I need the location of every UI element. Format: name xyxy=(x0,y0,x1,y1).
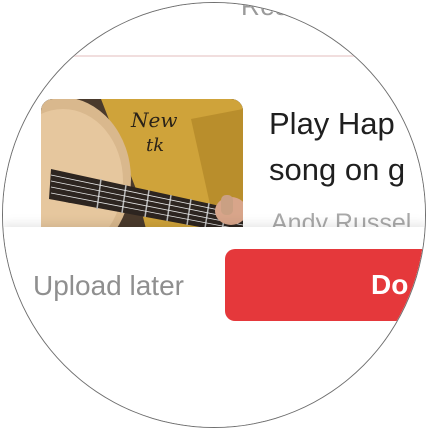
svg-text:New: New xyxy=(130,108,177,132)
svg-text:tk: tk xyxy=(146,135,164,156)
magnifier-view: Rese New tk Play Hap song on g Andy Russ… xyxy=(0,0,428,430)
video-title[interactable]: Play Hap song on g xyxy=(269,101,405,193)
section-label[interactable]: Rese xyxy=(241,3,304,22)
bottom-action-bar: Upload later Do xyxy=(3,227,425,427)
video-title-line-2: song on g xyxy=(269,152,406,187)
divider xyxy=(73,55,425,57)
upload-later-button[interactable]: Upload later xyxy=(33,270,184,302)
magnifier-lens: Rese New tk Play Hap song on g Andy Russ… xyxy=(2,2,426,428)
video-title-line-1: Play Hap xyxy=(269,106,395,141)
content-area: Rese New tk Play Hap song on g Andy Russ… xyxy=(3,3,425,249)
primary-action-button[interactable]: Do xyxy=(225,249,425,321)
